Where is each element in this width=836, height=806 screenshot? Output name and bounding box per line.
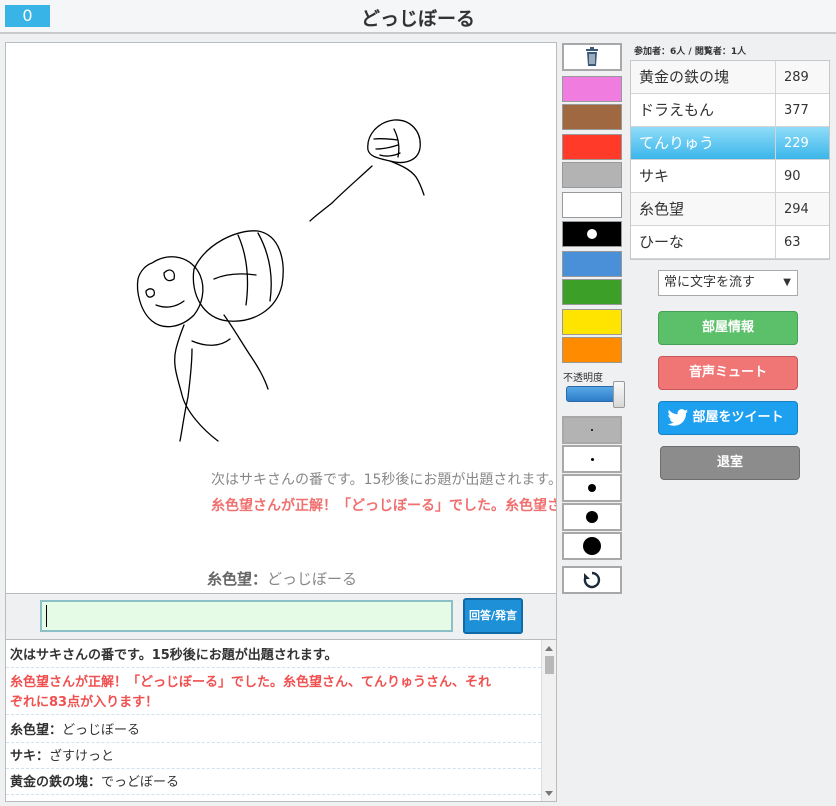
latest-guess-text: どっじぼーる bbox=[267, 570, 358, 588]
tweet-room-button[interactable]: 部屋をツイート bbox=[658, 401, 798, 435]
trash-icon bbox=[586, 47, 598, 66]
pen-size-button[interactable] bbox=[562, 474, 622, 502]
page-title: どっじぼーる bbox=[360, 8, 475, 30]
scroll-thumb[interactable] bbox=[545, 656, 554, 674]
log-entry-text: ざすけっと bbox=[49, 749, 115, 764]
mute-button[interactable]: 音声ミュート bbox=[658, 356, 798, 390]
player-name: ひーな bbox=[639, 233, 685, 251]
player-score: 289 bbox=[775, 61, 831, 94]
color-swatch[interactable] bbox=[562, 251, 622, 277]
player-score: 63 bbox=[775, 226, 831, 259]
player-name: サキ bbox=[639, 167, 670, 185]
pen-size-dot-icon bbox=[586, 511, 598, 523]
color-swatch[interactable] bbox=[562, 192, 622, 218]
log-scrollbar[interactable] bbox=[541, 640, 556, 801]
drawing-canvas[interactable]: 次はサキさんの番です。15秒後にお題が出題されます。 糸色望さんが正解！「どっじ… bbox=[5, 42, 557, 594]
opacity-label: 不透明度 bbox=[563, 373, 603, 384]
log-entry: 糸色望：どっじぼーる bbox=[6, 720, 541, 743]
color-swatch[interactable] bbox=[562, 104, 622, 130]
pen-size-button[interactable] bbox=[562, 503, 622, 531]
text-caret bbox=[46, 605, 47, 627]
overlay-correct-message: 糸色望さんが正解！「どっじぼーる」でした。糸色望さん、てんりゅうさん、それぞれに… bbox=[211, 498, 556, 514]
room-info-button[interactable]: 部屋情報 bbox=[658, 311, 798, 345]
pen-size-button[interactable] bbox=[562, 532, 622, 560]
log-entry-text: 糸色望さんが正解！「どっじぼーる」でした。糸色望さん、てんりゅうさん、それ bbox=[10, 675, 492, 690]
color-swatch[interactable] bbox=[562, 309, 622, 335]
overlay-next-message: 次はサキさんの番です。15秒後にお題が出題されます。 bbox=[211, 472, 557, 488]
player-name: ドラえもん bbox=[639, 101, 715, 119]
twitter-bird-icon bbox=[667, 409, 689, 426]
header: 0 どっじぼーる bbox=[0, 0, 836, 34]
latest-guess: 糸色望：どっじぼーる bbox=[6, 568, 556, 589]
color-swatch[interactable] bbox=[562, 162, 622, 188]
player-score: 90 bbox=[775, 160, 831, 193]
player-name: 糸色望 bbox=[639, 200, 685, 218]
pen-size-dot-icon bbox=[590, 457, 594, 461]
log-entry: ぞれに83点が入ります！ bbox=[6, 692, 541, 715]
opacity-slider-thumb[interactable] bbox=[613, 381, 625, 408]
color-swatch[interactable] bbox=[562, 279, 622, 305]
log-entry-author: 糸色望： bbox=[10, 723, 63, 738]
scroll-mode-value: 常に文字を流す bbox=[664, 275, 756, 290]
color-swatch[interactable] bbox=[562, 337, 622, 363]
player-row: 黄金の鉄の塊 289 bbox=[631, 61, 829, 94]
player-row: サキ 90 bbox=[631, 160, 829, 193]
scroll-down-arrow-icon[interactable] bbox=[545, 791, 553, 796]
log-entry: 黄金の鉄の塊：でっどぼーる bbox=[6, 772, 541, 795]
participant-count: 参加者：6人 / 閲覧者：1人 bbox=[634, 47, 747, 57]
log-entry-text: どっじぼーる bbox=[62, 723, 141, 738]
tweet-room-label: 部屋をツイート bbox=[692, 410, 784, 425]
player-row: ドラえもん 377 bbox=[631, 94, 829, 127]
player-row: 糸色望 294 bbox=[631, 193, 829, 226]
log-entry-text: でっどぼーる bbox=[101, 775, 180, 790]
scroll-mode-select[interactable]: 常に文字を流す ▼ bbox=[658, 270, 798, 296]
answer-bar: 回答/発言 bbox=[5, 594, 557, 640]
log-entry-text: ぞれに83点が入ります！ bbox=[10, 695, 159, 710]
player-score: 294 bbox=[775, 193, 831, 226]
color-swatch[interactable] bbox=[562, 221, 622, 247]
pen-size-button[interactable] bbox=[562, 416, 622, 444]
app-root: 0 どっじぼーる 次はサキさんの番です。15秒後にお題が出題されます。 糸色望さ… bbox=[0, 0, 836, 806]
pen-size-dot-icon bbox=[591, 429, 593, 431]
log-entry-author: 黄金の鉄の塊： bbox=[10, 775, 102, 790]
chat-log[interactable]: 次はサキさんの番です。15秒後にお題が出題されます。糸色望さんが正解！「どっじぼ… bbox=[5, 640, 557, 802]
log-entry: 次はサキさんの番です。15秒後にお題が出題されます。 bbox=[6, 645, 541, 668]
latest-guess-name: 糸色望： bbox=[206, 570, 267, 588]
scroll-up-arrow-icon[interactable] bbox=[545, 646, 553, 651]
selected-color-indicator bbox=[587, 229, 597, 239]
player-list: 黄金の鉄の塊 289 ドラえもん 377 てんりゅう 229 サキ 90 糸色望 294 ひーな 63 bbox=[630, 60, 830, 260]
undo-icon bbox=[583, 571, 601, 589]
log-entry-text: 次はサキさんの番です。15秒後にお題が出題されます。 bbox=[10, 648, 338, 663]
chevron-down-icon: ▼ bbox=[783, 277, 791, 288]
pen-size-dot-icon bbox=[588, 484, 596, 492]
player-row: ひーな 63 bbox=[631, 226, 829, 259]
exit-room-button[interactable]: 退室 bbox=[660, 446, 800, 480]
log-entry-author: サキ： bbox=[10, 749, 50, 764]
player-row: てんりゅう 229 bbox=[631, 127, 829, 160]
player-score: 229 bbox=[775, 127, 831, 160]
pen-size-dot-icon bbox=[583, 537, 601, 555]
submit-answer-button[interactable]: 回答/発言 bbox=[463, 598, 523, 634]
clear-canvas-button[interactable] bbox=[562, 43, 622, 71]
color-swatch[interactable] bbox=[562, 134, 622, 160]
color-swatch[interactable] bbox=[562, 76, 622, 102]
player-name: てんりゅう bbox=[639, 134, 715, 152]
pen-size-button[interactable] bbox=[562, 445, 622, 473]
undo-button[interactable] bbox=[562, 566, 622, 594]
player-score: 377 bbox=[775, 94, 831, 127]
answer-input[interactable] bbox=[40, 600, 453, 632]
log-entry: サキ：ざすけっと bbox=[6, 746, 541, 769]
player-name: 黄金の鉄の塊 bbox=[639, 68, 730, 86]
